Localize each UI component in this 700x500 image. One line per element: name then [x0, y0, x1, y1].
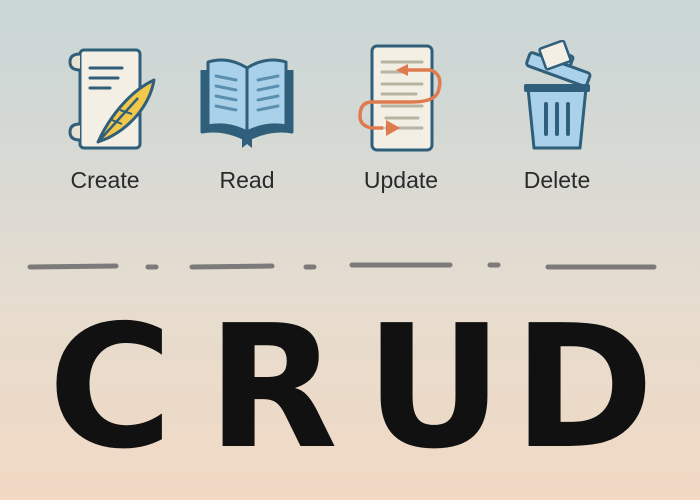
operation-delete: Delete [482, 40, 632, 210]
scroll-quill-icon [68, 48, 156, 150]
operation-delete-label: Delete [523, 167, 591, 193]
crud-diagram: Create Read Update Delete C R U D [0, 0, 700, 500]
operation-update-label: Update [363, 167, 439, 193]
letter-d: D [513, 289, 655, 487]
trash-can-icon [524, 40, 592, 150]
operation-update: Update [326, 40, 476, 210]
operation-create-label: Create [70, 167, 140, 193]
operation-read-label: Read [219, 167, 275, 193]
operation-create: Create [30, 40, 180, 210]
crud-acronym: C R U D [0, 298, 700, 478]
document-arrows-icon [358, 44, 442, 152]
dashed-divider [27, 262, 657, 270]
open-book-icon [200, 58, 294, 148]
letter-u: U [365, 289, 504, 487]
operation-read: Read [172, 40, 322, 210]
letter-c: C [48, 289, 173, 487]
letter-r: R [207, 289, 338, 487]
